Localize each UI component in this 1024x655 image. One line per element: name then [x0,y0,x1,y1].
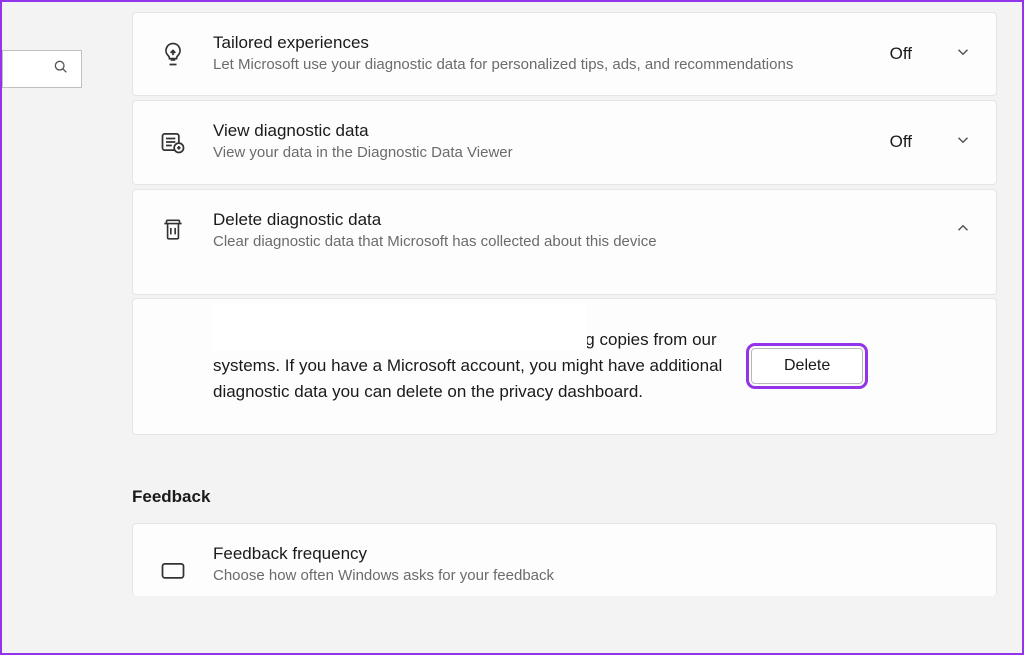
search-icon [53,59,69,80]
card-text-wrap: View diagnostic data View your data in t… [213,121,866,163]
card-title: Delete diagnostic data [213,210,930,230]
status-label: Off [890,44,912,64]
white-overlay [212,304,587,350]
card-desc: Choose how often Windows asks for your f… [213,566,972,586]
card-desc: View your data in the Diagnostic Data Vi… [213,143,866,163]
card-desc: Let Microsoft use your diagnostic data f… [213,55,866,75]
delete-button[interactable]: Delete [751,348,863,384]
chevron-down-icon [954,131,972,154]
chat-icon [157,558,189,586]
card-text-wrap: Feedback frequency Choose how often Wind… [213,544,972,586]
chevron-up-icon [954,219,972,242]
delete-diagnostic-card[interactable]: Delete diagnostic data Clear diagnostic … [132,189,997,295]
card-text-wrap: Delete diagnostic data Clear diagnostic … [213,210,930,252]
card-title: View diagnostic data [213,121,866,141]
trash-icon [157,216,189,242]
card-title: Feedback frequency [213,544,972,564]
feedback-heading: Feedback [132,487,997,507]
tailored-experiences-card[interactable]: Tailored experiences Let Microsoft use y… [132,12,997,96]
feedback-frequency-card[interactable]: Feedback frequency Choose how often Wind… [132,523,997,596]
view-diagnostic-card[interactable]: View diagnostic data View your data in t… [132,100,997,184]
chevron-down-icon [954,43,972,66]
data-viewer-icon [157,128,189,156]
status-label: Off [890,132,912,152]
search-box[interactable] [2,50,82,88]
card-desc: Clear diagnostic data that Microsoft has… [213,232,930,252]
card-text-wrap: Tailored experiences Let Microsoft use y… [213,33,866,75]
lightbulb-icon [157,40,189,68]
card-title: Tailored experiences [213,33,866,53]
